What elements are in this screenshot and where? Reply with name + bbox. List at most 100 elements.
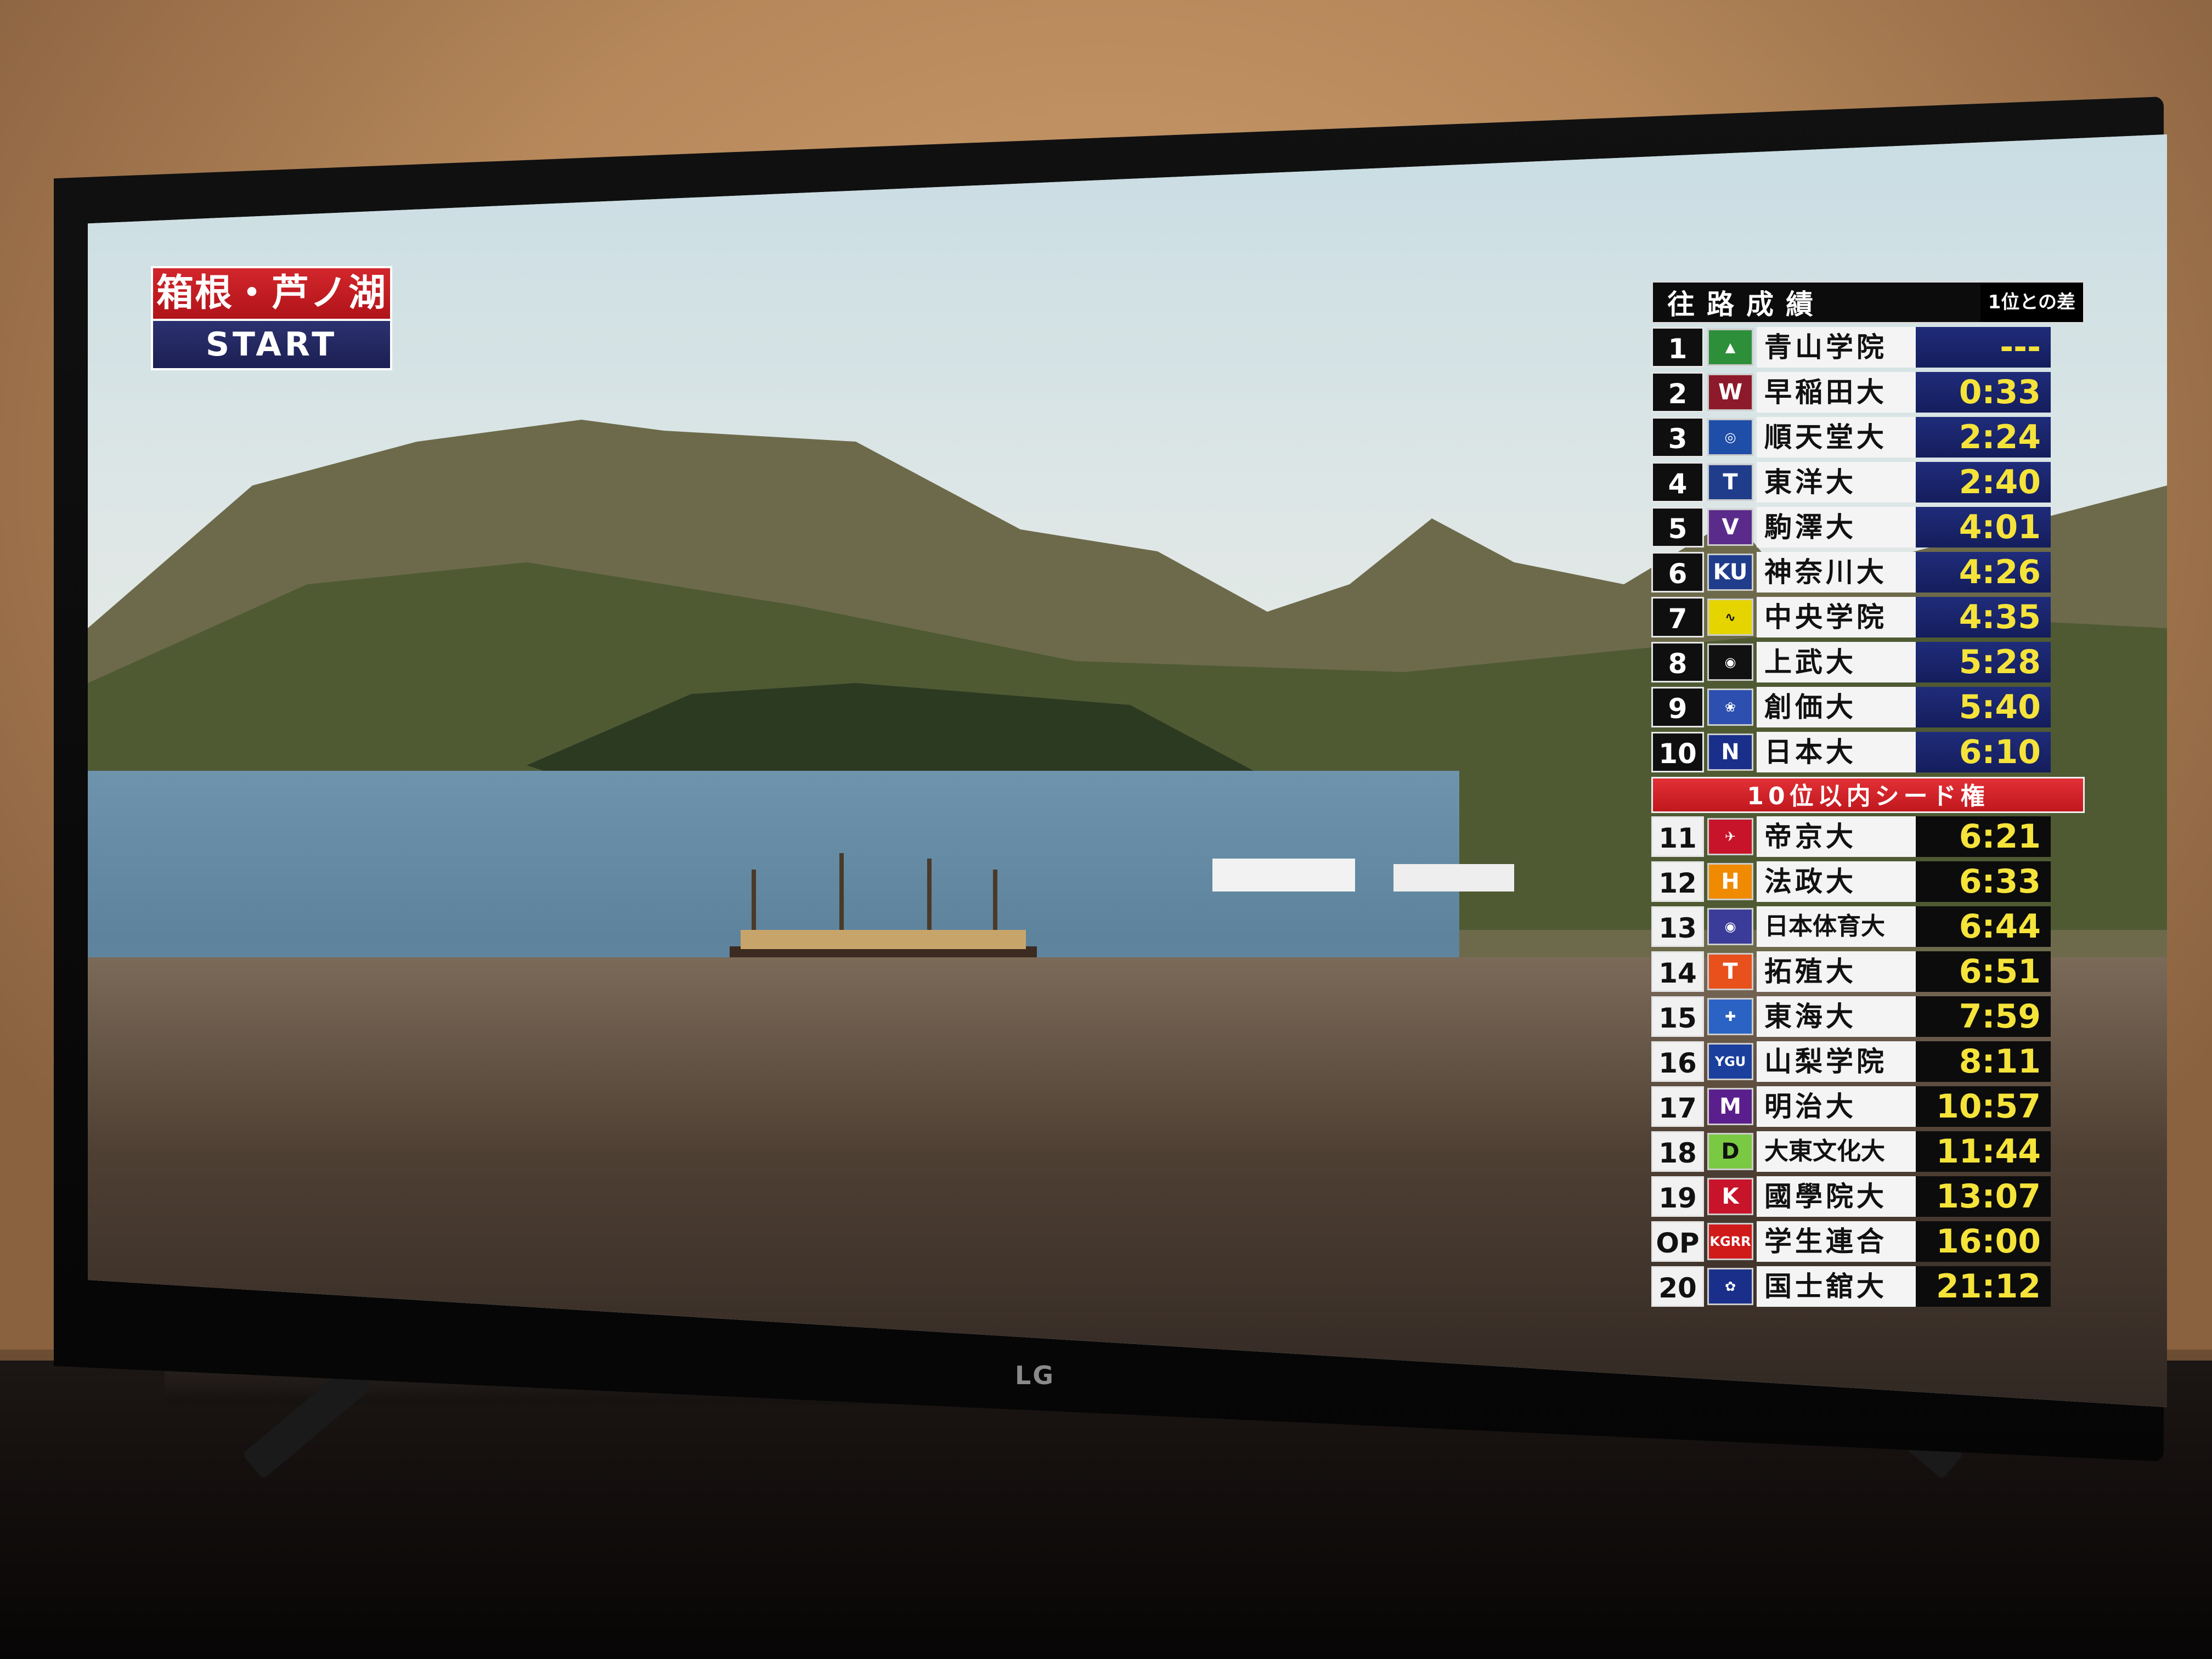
rank-number: 11 — [1651, 816, 1704, 857]
team-logo-icon: ❀ — [1707, 689, 1753, 726]
time-gap: 6:10 — [1916, 732, 2051, 772]
standings-row: 13 ◉ 日本体育大 6:44 — [1651, 905, 2085, 948]
team-logo-icon: ✚ — [1707, 998, 1753, 1035]
standings-rows-top: 1 ▲ 青山学院 --- 2 W 早稲田大 0:33 3 ◎ 順天堂大 2:24 4 T 東洋大 2:40 5 V… — [1651, 326, 2085, 774]
standings-row: 14 T 拓殖大 6:51 — [1651, 950, 2085, 993]
team-logo-icon: N — [1707, 733, 1753, 771]
team-logo-icon: T — [1707, 464, 1753, 501]
team-logo-icon: ∿ — [1707, 599, 1753, 636]
team-name: 日本体育大 — [1757, 906, 1916, 947]
rank-number: 4 — [1651, 462, 1704, 503]
team-name: 法政大 — [1757, 861, 1916, 902]
team-logo-icon: YGU — [1707, 1043, 1753, 1080]
time-gap: 6:21 — [1916, 816, 2051, 857]
time-gap: 11:44 — [1916, 1131, 2051, 1172]
standings-row: 9 ❀ 創価大 5:40 — [1651, 686, 2085, 729]
time-gap: 4:35 — [1916, 597, 2051, 637]
rank-number: 18 — [1651, 1131, 1704, 1172]
time-gap: 21:12 — [1916, 1266, 2051, 1307]
team-name: 中央学院 — [1757, 597, 1916, 637]
team-name: 早稲田大 — [1757, 372, 1916, 413]
team-name: 山梨学院 — [1757, 1041, 1916, 1082]
team-logo-icon: ◉ — [1707, 644, 1753, 681]
team-logo-icon: ▲ — [1707, 329, 1753, 366]
rank-number: 19 — [1651, 1176, 1704, 1217]
rank-number: 20 — [1651, 1266, 1704, 1307]
standings-row: OP KGRR 学生連合 16:00 — [1651, 1220, 2085, 1263]
rank-number: 6 — [1651, 552, 1704, 592]
standings-row: 18 D 大東文化大 11:44 — [1651, 1130, 2085, 1173]
time-gap: 6:33 — [1916, 861, 2051, 902]
time-gap: 8:11 — [1916, 1041, 2051, 1082]
team-logo-icon: ✈ — [1707, 818, 1753, 855]
rank-number: 9 — [1651, 687, 1704, 727]
rank-number: OP — [1651, 1221, 1704, 1262]
standings-subtitle: 1位との差 — [1980, 283, 2083, 322]
rank-number: 7 — [1651, 597, 1704, 637]
team-logo-icon: ✿ — [1707, 1268, 1753, 1305]
standings-title: 往路成績 — [1667, 289, 1825, 320]
standings-rows-bottom: 11 ✈ 帝京大 6:21 12 H 法政大 6:33 13 ◉ 日本体育大 6:44 14 T 拓殖大 6:… — [1651, 815, 2085, 1308]
seed-bar: 10位以内シード権 — [1651, 777, 2085, 813]
rank-number: 13 — [1651, 906, 1704, 947]
standings-row: 12 H 法政大 6:33 — [1651, 860, 2085, 903]
time-gap: 6:51 — [1916, 951, 2051, 992]
rank-number: 15 — [1651, 996, 1704, 1037]
standings-row: 10 N 日本大 6:10 — [1651, 731, 2085, 774]
team-logo-icon: H — [1707, 863, 1753, 900]
time-gap: 4:01 — [1916, 507, 2051, 548]
time-gap: 13:07 — [1916, 1176, 2051, 1217]
time-gap: 2:40 — [1916, 462, 2051, 503]
team-name: 青山学院 — [1757, 327, 1916, 368]
standings-row: 17 M 明治大 10:57 — [1651, 1085, 2085, 1128]
team-logo-icon: V — [1707, 509, 1753, 546]
standings-row: 15 ✚ 東海大 7:59 — [1651, 995, 2085, 1038]
team-logo-icon: M — [1707, 1088, 1753, 1125]
cruise-ships — [1212, 859, 1514, 891]
standings-row: 20 ✿ 国士舘大 21:12 — [1651, 1265, 2085, 1308]
team-name: 東洋大 — [1757, 462, 1916, 503]
time-gap: 10:57 — [1916, 1086, 2051, 1127]
team-name: 大東文化大 — [1757, 1131, 1916, 1172]
rank-number: 16 — [1651, 1041, 1704, 1082]
team-logo-icon: KU — [1707, 554, 1753, 591]
standings-row: 11 ✈ 帝京大 6:21 — [1651, 815, 2085, 858]
team-logo-icon: K — [1707, 1178, 1753, 1215]
team-name: 國學院大 — [1757, 1176, 1916, 1217]
standings-panel: 往路成績 1位との差 1 ▲ 青山学院 --- 2 W 早稲田大 0:33 3 ◎ 順天堂大 2:24… — [1651, 281, 2085, 1308]
time-gap: 7:59 — [1916, 996, 2051, 1037]
location-name: 箱根・芦ノ湖 — [151, 266, 392, 319]
standings-row: 6 KU 神奈川大 4:26 — [1651, 551, 2085, 594]
standings-row: 7 ∿ 中央学院 4:35 — [1651, 596, 2085, 639]
team-logo-icon: KGRR — [1707, 1223, 1753, 1260]
team-name: 日本大 — [1757, 732, 1916, 772]
team-name: 東海大 — [1757, 996, 1916, 1037]
team-name: 拓殖大 — [1757, 951, 1916, 992]
team-name: 神奈川大 — [1757, 552, 1916, 592]
rank-number: 17 — [1651, 1086, 1704, 1127]
rank-number: 1 — [1651, 327, 1704, 368]
team-logo-icon: W — [1707, 374, 1753, 411]
team-logo-icon: ◉ — [1707, 908, 1753, 945]
time-gap: 5:28 — [1916, 642, 2051, 682]
time-gap: --- — [1916, 327, 2051, 368]
rank-number: 8 — [1651, 642, 1704, 682]
tv-brand-logo: LG — [1015, 1361, 1056, 1390]
location-status: START — [151, 319, 392, 370]
rank-number: 14 — [1651, 951, 1704, 992]
team-name: 順天堂大 — [1757, 417, 1916, 458]
standings-row: 8 ◉ 上武大 5:28 — [1651, 641, 2085, 684]
time-gap: 4:26 — [1916, 552, 2051, 592]
team-name: 明治大 — [1757, 1086, 1916, 1127]
rank-number: 5 — [1651, 507, 1704, 548]
location-badge: 箱根・芦ノ湖 START — [151, 266, 392, 370]
team-name: 創価大 — [1757, 687, 1916, 727]
team-name: 駒澤大 — [1757, 507, 1916, 548]
team-name: 学生連合 — [1757, 1221, 1916, 1262]
time-gap: 5:40 — [1916, 687, 2051, 727]
standings-row: 19 K 國學院大 13:07 — [1651, 1175, 2085, 1218]
standings-header: 往路成績 1位との差 — [1651, 281, 2085, 324]
team-logo-icon: ◎ — [1707, 419, 1753, 456]
time-gap: 0:33 — [1916, 372, 2051, 413]
standings-row: 16 YGU 山梨学院 8:11 — [1651, 1040, 2085, 1083]
